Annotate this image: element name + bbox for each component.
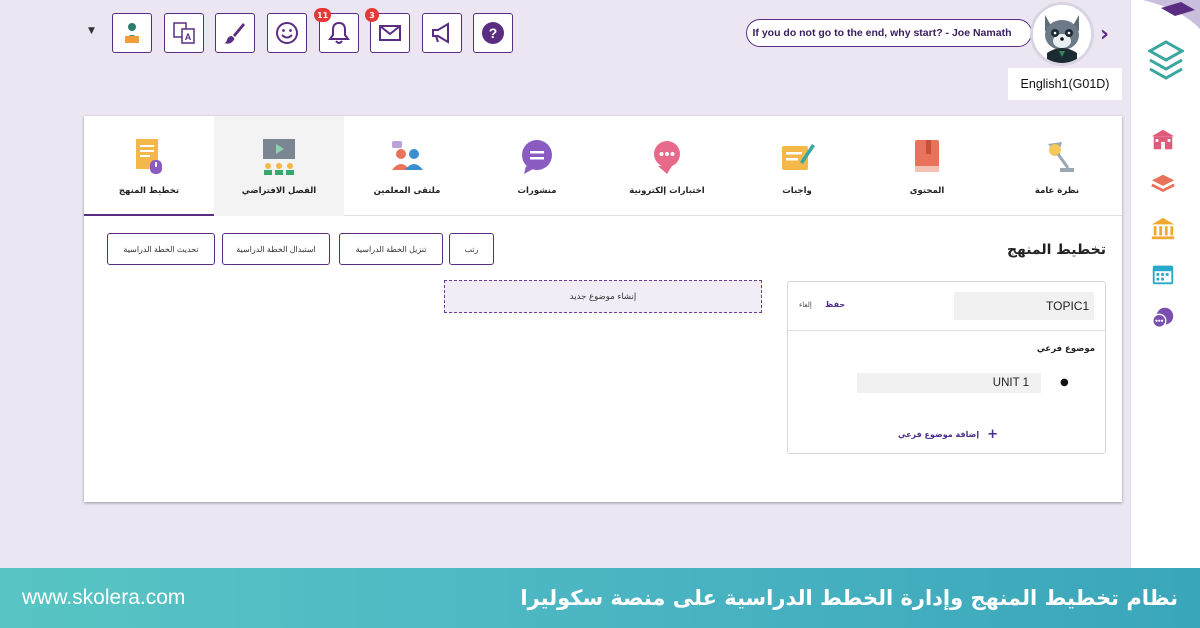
graduation-cap-icon — [1143, 0, 1200, 29]
teachers-icon — [392, 141, 423, 170]
website-url: www.skolera.com — [22, 586, 186, 609]
caret-down-icon[interactable]: ▼ — [88, 26, 95, 36]
tab-label: اختبارات إلكترونية — [629, 186, 705, 196]
notifications-badge: 11 — [314, 8, 332, 22]
lamp-icon — [1048, 142, 1074, 172]
tab-teachers-forum[interactable]: ملتقى المعلمين — [342, 116, 472, 216]
motivational-quote: If you do not go to the end, why start? … — [746, 19, 1032, 47]
save-link[interactable]: حفظ — [825, 300, 845, 309]
book-icon — [915, 140, 939, 172]
tab-label: تخطيط المنهج — [118, 186, 180, 196]
add-subtopic-link[interactable]: إضافة موضوع فرعي + — [898, 427, 998, 442]
courses-stack-icon[interactable] — [1149, 170, 1177, 198]
tab-virtual-class[interactable]: الفصل الافتراضي — [214, 116, 344, 216]
skolera-logo-icon — [1148, 40, 1184, 80]
bell-icon — [328, 21, 350, 44]
chat-icon[interactable] — [1149, 304, 1177, 332]
help-button[interactable]: ? — [473, 13, 513, 53]
fox-avatar-icon — [1033, 5, 1091, 63]
bullet-icon: ● — [1060, 377, 1069, 388]
user-avatar[interactable] — [1030, 2, 1094, 66]
tab-curriculum-planning[interactable]: تخطيط المنهج — [84, 116, 214, 216]
tab-label: المحتوى — [909, 186, 945, 196]
replace-plan-button[interactable]: استبدال الخطة الدراسية — [222, 233, 330, 265]
tab-label: الفصل الافتراضي — [241, 186, 317, 196]
virtual-class-icon — [263, 139, 295, 175]
curriculum-plan-icon — [136, 139, 162, 174]
tab-quizzes[interactable]: اختبارات إلكترونية — [602, 116, 732, 216]
tab-homework[interactable]: واجبات — [732, 116, 862, 216]
cancel-link[interactable]: إلغاء — [799, 301, 812, 309]
divider — [788, 330, 1105, 331]
class-label: English1(G01D) — [1008, 68, 1122, 100]
messages-button[interactable]: 3 — [365, 8, 410, 53]
chat-bubble-icon — [522, 140, 552, 174]
promo-banner: www.skolera.com نظام تخطيط المنهج وإدارة… — [0, 568, 1200, 628]
course-tabs: نظرة عامة المحتوى واجبات اختبارات إلكترو… — [84, 116, 1122, 216]
institution-icon[interactable] — [1149, 215, 1177, 243]
tab-label: ملتقى المعلمين — [373, 186, 441, 196]
announcements-button[interactable] — [422, 13, 462, 53]
unit-name-input[interactable]: UNIT 1 — [857, 373, 1041, 393]
translate-icon: A — [173, 22, 195, 44]
paintbrush-icon — [224, 23, 245, 44]
reader-icon — [125, 23, 139, 43]
create-topic-button[interactable]: إنشاء موضوع جديد — [444, 280, 762, 313]
plus-icon: + — [987, 427, 998, 442]
sort-button[interactable]: رتب — [449, 233, 494, 265]
tab-posts[interactable]: منشورات — [472, 116, 602, 216]
quiz-icon — [654, 141, 680, 174]
course-card: نظرة عامة المحتوى واجبات اختبارات إلكترو… — [84, 116, 1122, 502]
tab-overview[interactable]: نظرة عامة — [992, 116, 1122, 216]
mood-button[interactable] — [267, 13, 307, 53]
smiley-icon — [276, 22, 298, 44]
page-title: تخطيط المنهج — [1006, 242, 1106, 258]
tab-label: واجبات — [782, 186, 812, 196]
svg-text:?: ? — [489, 25, 498, 41]
envelope-icon — [379, 25, 401, 41]
megaphone-icon — [432, 22, 449, 44]
translate-button[interactable]: A — [164, 13, 204, 53]
tab-content[interactable]: المحتوى — [862, 116, 992, 216]
topic-panel: إلغاء حفظ TOPIC1 موضوع فرعي ● UNIT 1 إضا… — [787, 281, 1106, 454]
download-plan-button[interactable]: تنزيل الخطة الدراسية — [339, 233, 443, 265]
tab-label: منشورات — [517, 186, 557, 196]
reader-button[interactable] — [112, 13, 152, 53]
homework-icon — [782, 144, 815, 170]
theme-button[interactable] — [215, 13, 255, 53]
messages-badge: 3 — [365, 8, 379, 22]
banner-title: نظام تخطيط المنهج وإدارة الخطط الدراسية … — [520, 586, 1178, 610]
school-icon[interactable] — [1149, 126, 1177, 154]
topic-name-input[interactable]: TOPIC1 — [954, 292, 1094, 320]
update-plan-button[interactable]: تحديث الخطة الدراسية — [107, 233, 215, 265]
right-sidebar — [1130, 0, 1200, 568]
top-toolbar: ▼ A 11 3 ? If you do not go to the end, … — [0, 0, 1130, 100]
calendar-icon[interactable] — [1149, 260, 1177, 288]
subtopic-heading: موضوع فرعي — [1036, 344, 1095, 354]
tab-label: نظرة عامة — [1034, 186, 1080, 196]
chevron-right-icon[interactable]: › — [1100, 22, 1109, 47]
add-subtopic-label: إضافة موضوع فرعي — [898, 430, 980, 439]
svg-text:A: A — [185, 32, 192, 42]
question-icon: ? — [482, 22, 504, 44]
notifications-button[interactable]: 11 — [314, 8, 359, 53]
